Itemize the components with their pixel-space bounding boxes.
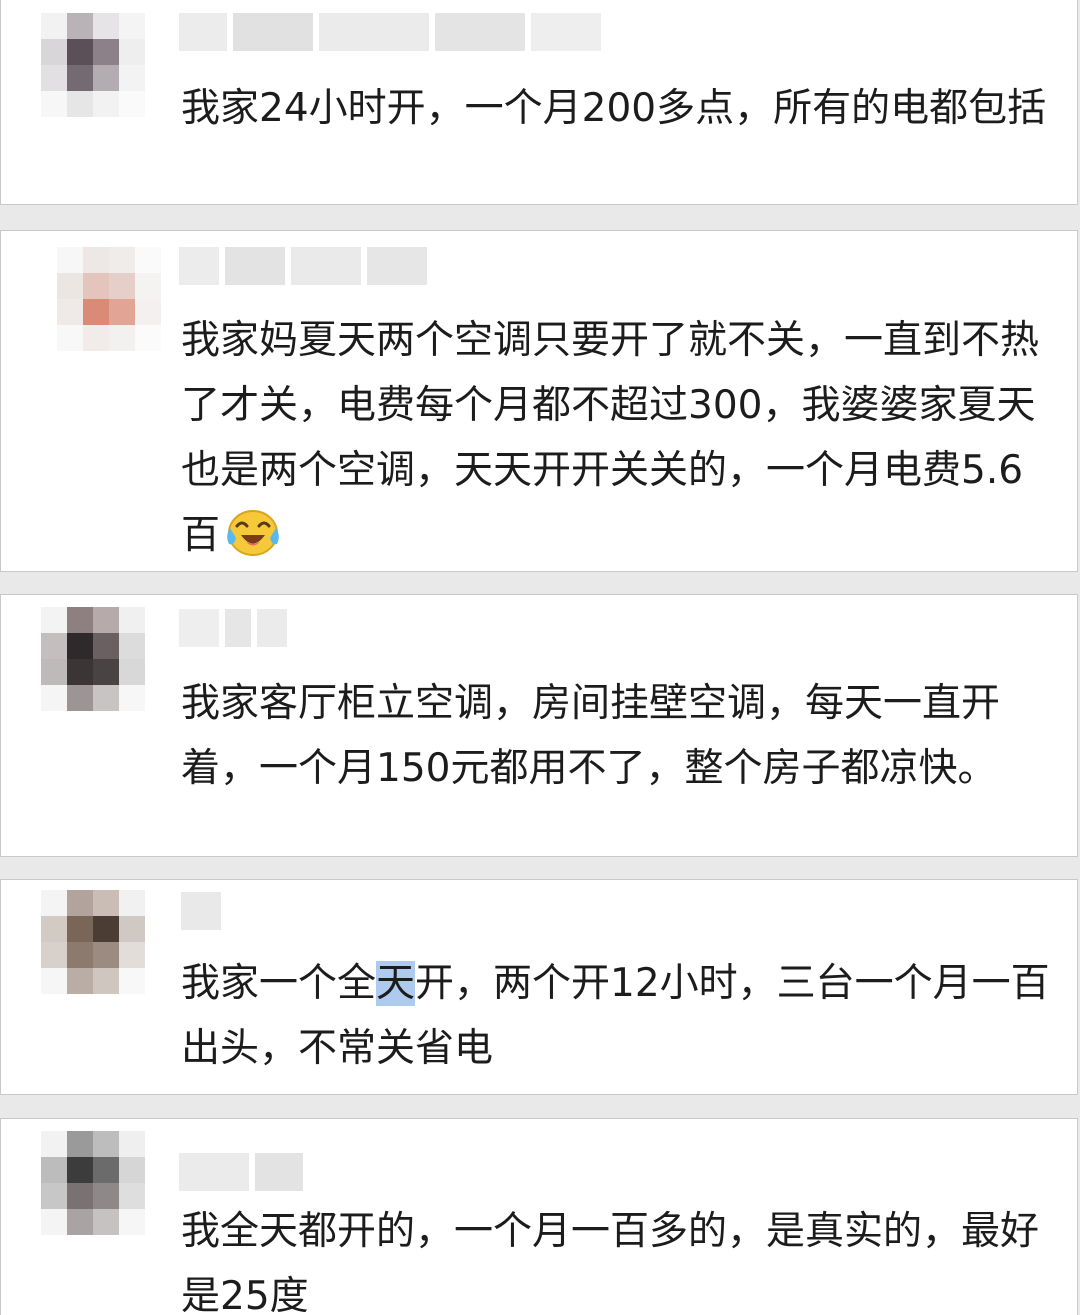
comment-card: 我家24小时开，一个月200多点，所有的电都包括 [0, 0, 1078, 205]
comment-text: 我家客厅柜立空调，房间挂壁空调，每天一直开着，一个月150元都用不了，整个房子都… [181, 681, 1001, 791]
comment-card: 我全天都开的，一个月一百多的，是真实的，最好是25度 [0, 1118, 1078, 1315]
comment-text-body: 我家妈夏天两个空调只要开了就不关，一直到不热了才关，电费每个月都不超过300，我… [181, 318, 1040, 558]
comment-card: 我家妈夏天两个空调只要开了就不关，一直到不热了才关，电费每个月都不超过300，我… [0, 230, 1078, 572]
comment-screenshot: 我家24小时开，一个月200多点，所有的电都包括 我家妈夏天两个空调只要开了就不… [0, 0, 1080, 1315]
comment-card: 我家客厅柜立空调，房间挂壁空调，每天一直开着，一个月150元都用不了，整个房子都… [0, 594, 1078, 857]
avatar[interactable] [41, 1131, 145, 1235]
blurred-username[interactable] [179, 247, 427, 285]
avatar[interactable] [41, 607, 145, 711]
avatar[interactable] [41, 890, 145, 994]
comment-text: 我家妈夏天两个空调只要开了就不关，一直到不热了才关，电费每个月都不超过300，我… [181, 308, 1051, 568]
selected-text-highlight[interactable]: 天 [376, 961, 416, 1006]
blurred-username[interactable] [179, 609, 287, 647]
comment-text: 我家一个全天开，两个开12小时，三台一个月一百出头，不常关省电 [181, 951, 1051, 1081]
avatar[interactable] [41, 13, 145, 117]
avatar[interactable] [57, 247, 161, 351]
blurred-username[interactable] [179, 1153, 303, 1191]
comment-text: 我家24小时开，一个月200多点，所有的电都包括 [181, 86, 1047, 131]
comment-text: 我全天都开的，一个月一百多的，是真实的，最好是25度 [181, 1209, 1040, 1315]
comment-text-before: 我家一个全 [181, 961, 377, 1006]
crying-laughing-emoji-icon [224, 506, 282, 558]
blurred-username[interactable] [181, 892, 221, 930]
blurred-username[interactable] [179, 13, 601, 51]
comment-card: 我家一个全天开，两个开12小时，三台一个月一百出头，不常关省电 [0, 879, 1078, 1095]
